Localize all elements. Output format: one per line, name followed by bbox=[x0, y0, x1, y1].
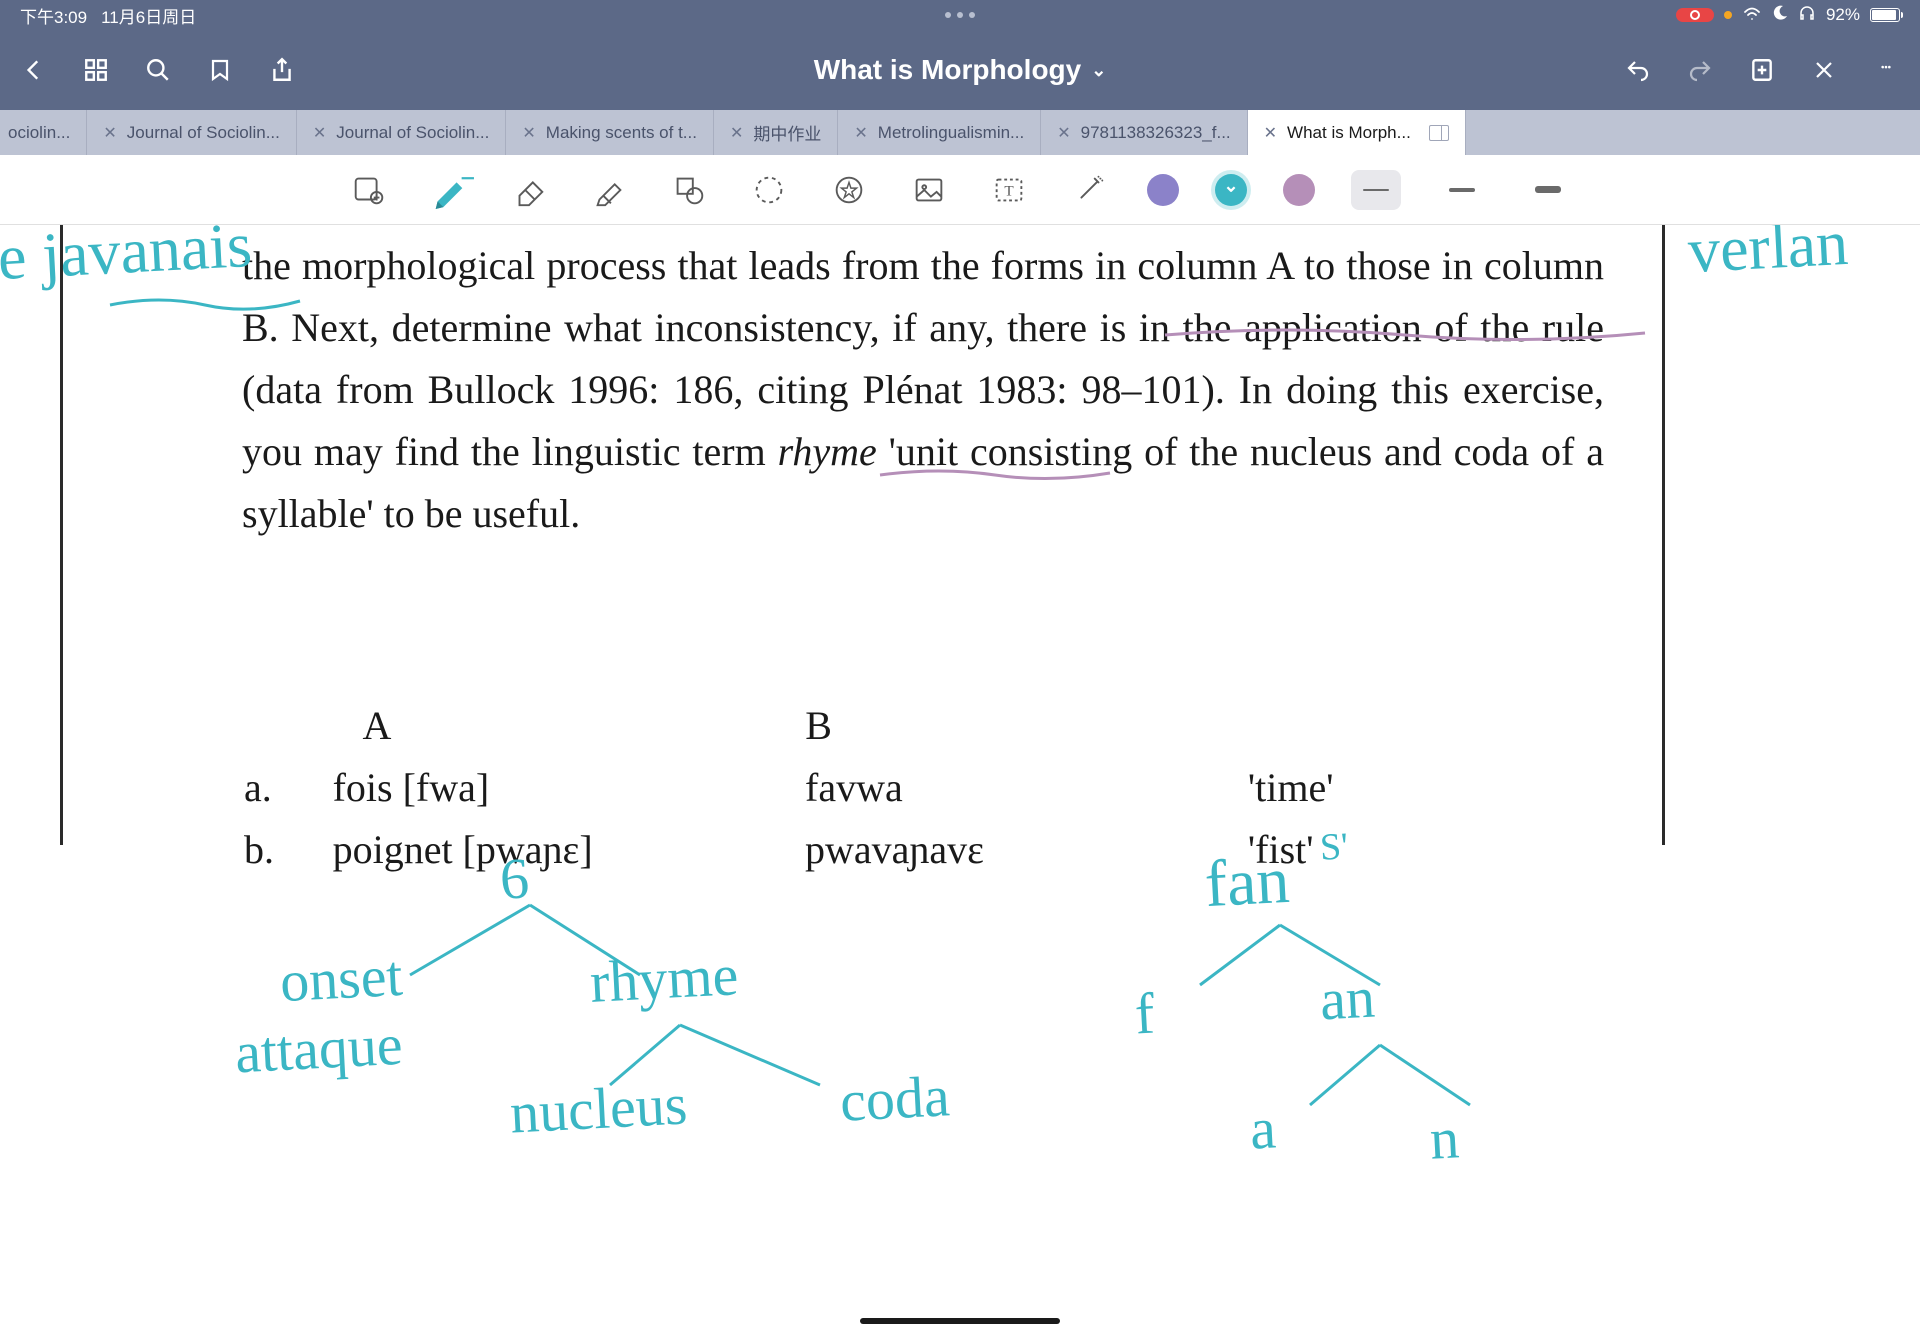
add-page-button[interactable] bbox=[1748, 56, 1776, 84]
document-tab-bar: ociolin... ✕ Journal of Sociolin... ✕ Jo… bbox=[0, 110, 1920, 155]
highlighter-tool[interactable] bbox=[587, 168, 631, 212]
bookmark-button[interactable] bbox=[206, 56, 234, 84]
close-icon[interactable]: ✕ bbox=[313, 123, 326, 143]
handwriting: f bbox=[1133, 980, 1156, 1048]
annotation-underline bbox=[880, 465, 1110, 490]
mic-in-use-icon bbox=[1724, 11, 1732, 19]
lasso-tool[interactable] bbox=[747, 168, 791, 212]
color-purple[interactable] bbox=[1147, 174, 1179, 206]
tab-label: ociolin... bbox=[8, 123, 70, 143]
annotation-underline bbox=[1165, 325, 1645, 350]
more-button[interactable] bbox=[1872, 56, 1900, 84]
search-button[interactable] bbox=[144, 56, 172, 84]
col-a-head: A bbox=[333, 695, 806, 757]
tab-midterm[interactable]: ✕ 期中作业 bbox=[714, 110, 838, 155]
share-button[interactable] bbox=[268, 56, 296, 84]
svg-text:T: T bbox=[1004, 182, 1014, 199]
magic-tool[interactable] bbox=[1067, 168, 1111, 212]
close-button[interactable] bbox=[1810, 56, 1838, 84]
table-row: a. fois [fwa] favwa 'time' bbox=[244, 757, 1494, 819]
home-indicator[interactable] bbox=[860, 1318, 1060, 1324]
status-time: 下午3:09 bbox=[20, 3, 87, 28]
close-icon[interactable]: ✕ bbox=[522, 123, 535, 143]
text-tool[interactable]: T bbox=[987, 168, 1031, 212]
handwriting: le javanais bbox=[0, 225, 254, 296]
chevron-down-icon: ⌄ bbox=[1091, 60, 1106, 81]
stroke-medium[interactable] bbox=[1437, 170, 1487, 210]
image-tool[interactable] bbox=[907, 168, 951, 212]
handwriting: a bbox=[1248, 1094, 1277, 1162]
handwriting: coda bbox=[838, 1062, 951, 1135]
handwriting: verlan bbox=[1686, 225, 1850, 288]
zoom-tool[interactable] bbox=[347, 168, 391, 212]
document-title: What is Morphology bbox=[814, 54, 1082, 86]
favorites-tool[interactable] bbox=[827, 168, 871, 212]
back-button[interactable] bbox=[20, 56, 48, 84]
headphones-icon bbox=[1798, 5, 1816, 26]
close-icon[interactable]: ✕ bbox=[854, 123, 867, 143]
doc-paragraph: the morphological process that leads fro… bbox=[242, 235, 1604, 545]
handwriting: attaque bbox=[233, 1011, 404, 1087]
grid-view-button[interactable] bbox=[82, 56, 110, 84]
redo-button[interactable] bbox=[1686, 56, 1714, 84]
color-mauve[interactable] bbox=[1283, 174, 1315, 206]
drawing-toolbar: ⚊ T bbox=[0, 155, 1920, 225]
close-icon[interactable]: ✕ bbox=[730, 123, 743, 143]
tab-label: 9781138326323_f... bbox=[1081, 123, 1231, 143]
tree-branch bbox=[1180, 925, 1420, 1000]
eraser-tool[interactable] bbox=[507, 168, 551, 212]
status-date: 11月6日周日 bbox=[101, 3, 196, 28]
tree-branch bbox=[380, 905, 680, 990]
tab-what-is-morph[interactable]: ✕ What is Morph... bbox=[1248, 110, 1466, 155]
tab-label: Metrolingualismin... bbox=[878, 123, 1024, 143]
tree-branch bbox=[1300, 1045, 1500, 1120]
tab-label: Journal of Sociolin... bbox=[336, 123, 489, 143]
screen-recording-indicator[interactable] bbox=[1676, 8, 1714, 22]
wifi-icon bbox=[1742, 5, 1762, 26]
multitask-dots[interactable] bbox=[945, 12, 975, 18]
shape-tool[interactable] bbox=[667, 168, 711, 212]
stroke-thin[interactable] bbox=[1351, 170, 1401, 210]
tab-metrolingualism[interactable]: ✕ Metrolingualismin... bbox=[838, 110, 1041, 155]
tab-ociolin[interactable]: ociolin... bbox=[0, 110, 87, 155]
ios-status-bar: 下午3:09 11月6日周日 92% bbox=[0, 0, 1920, 30]
tab-label: Journal of Sociolin... bbox=[127, 123, 280, 143]
color-teal[interactable] bbox=[1215, 174, 1247, 206]
tree-branch bbox=[590, 1025, 850, 1100]
tab-journal-2[interactable]: ✕ Journal of Sociolin... bbox=[297, 110, 507, 155]
stroke-thick[interactable] bbox=[1523, 170, 1573, 210]
handwriting-underline bbox=[110, 295, 300, 320]
battery-percent: 92% bbox=[1826, 5, 1860, 25]
tab-label: Making scents of t... bbox=[546, 123, 697, 143]
close-icon[interactable]: ✕ bbox=[1057, 123, 1070, 143]
pen-tool[interactable]: ⚊ bbox=[427, 168, 471, 212]
undo-button[interactable] bbox=[1624, 56, 1652, 84]
page-margin bbox=[1662, 225, 1665, 845]
doc-table: A B a. fois [fwa] favwa 'time' b. poigne… bbox=[244, 695, 1494, 881]
close-icon[interactable]: ✕ bbox=[103, 123, 116, 143]
record-icon bbox=[1690, 10, 1700, 20]
battery-icon bbox=[1870, 8, 1900, 22]
bluetooth-icon: ⚊ bbox=[461, 164, 475, 184]
tab-label: What is Morph... bbox=[1287, 123, 1411, 143]
page-margin bbox=[60, 225, 63, 845]
note-canvas[interactable]: the morphological process that leads fro… bbox=[0, 225, 1920, 1334]
split-view-icon[interactable] bbox=[1429, 125, 1449, 141]
col-b-head: B bbox=[805, 695, 1248, 757]
app-title-bar: What is Morphology ⌄ bbox=[0, 30, 1920, 110]
table-row: b. poignet [pwaɲɛ] pwavaɲavɛ 'fist' bbox=[244, 819, 1494, 881]
tab-journal-1[interactable]: ✕ Journal of Sociolin... bbox=[87, 110, 297, 155]
document-title-dropdown[interactable]: What is Morphology ⌄ bbox=[814, 54, 1107, 86]
moon-icon bbox=[1772, 5, 1788, 26]
tab-label: 期中作业 bbox=[753, 120, 821, 145]
tab-9781138[interactable]: ✕ 9781138326323_f... bbox=[1041, 110, 1247, 155]
close-icon[interactable]: ✕ bbox=[1264, 123, 1277, 143]
tab-making-scents[interactable]: ✕ Making scents of t... bbox=[506, 110, 714, 155]
